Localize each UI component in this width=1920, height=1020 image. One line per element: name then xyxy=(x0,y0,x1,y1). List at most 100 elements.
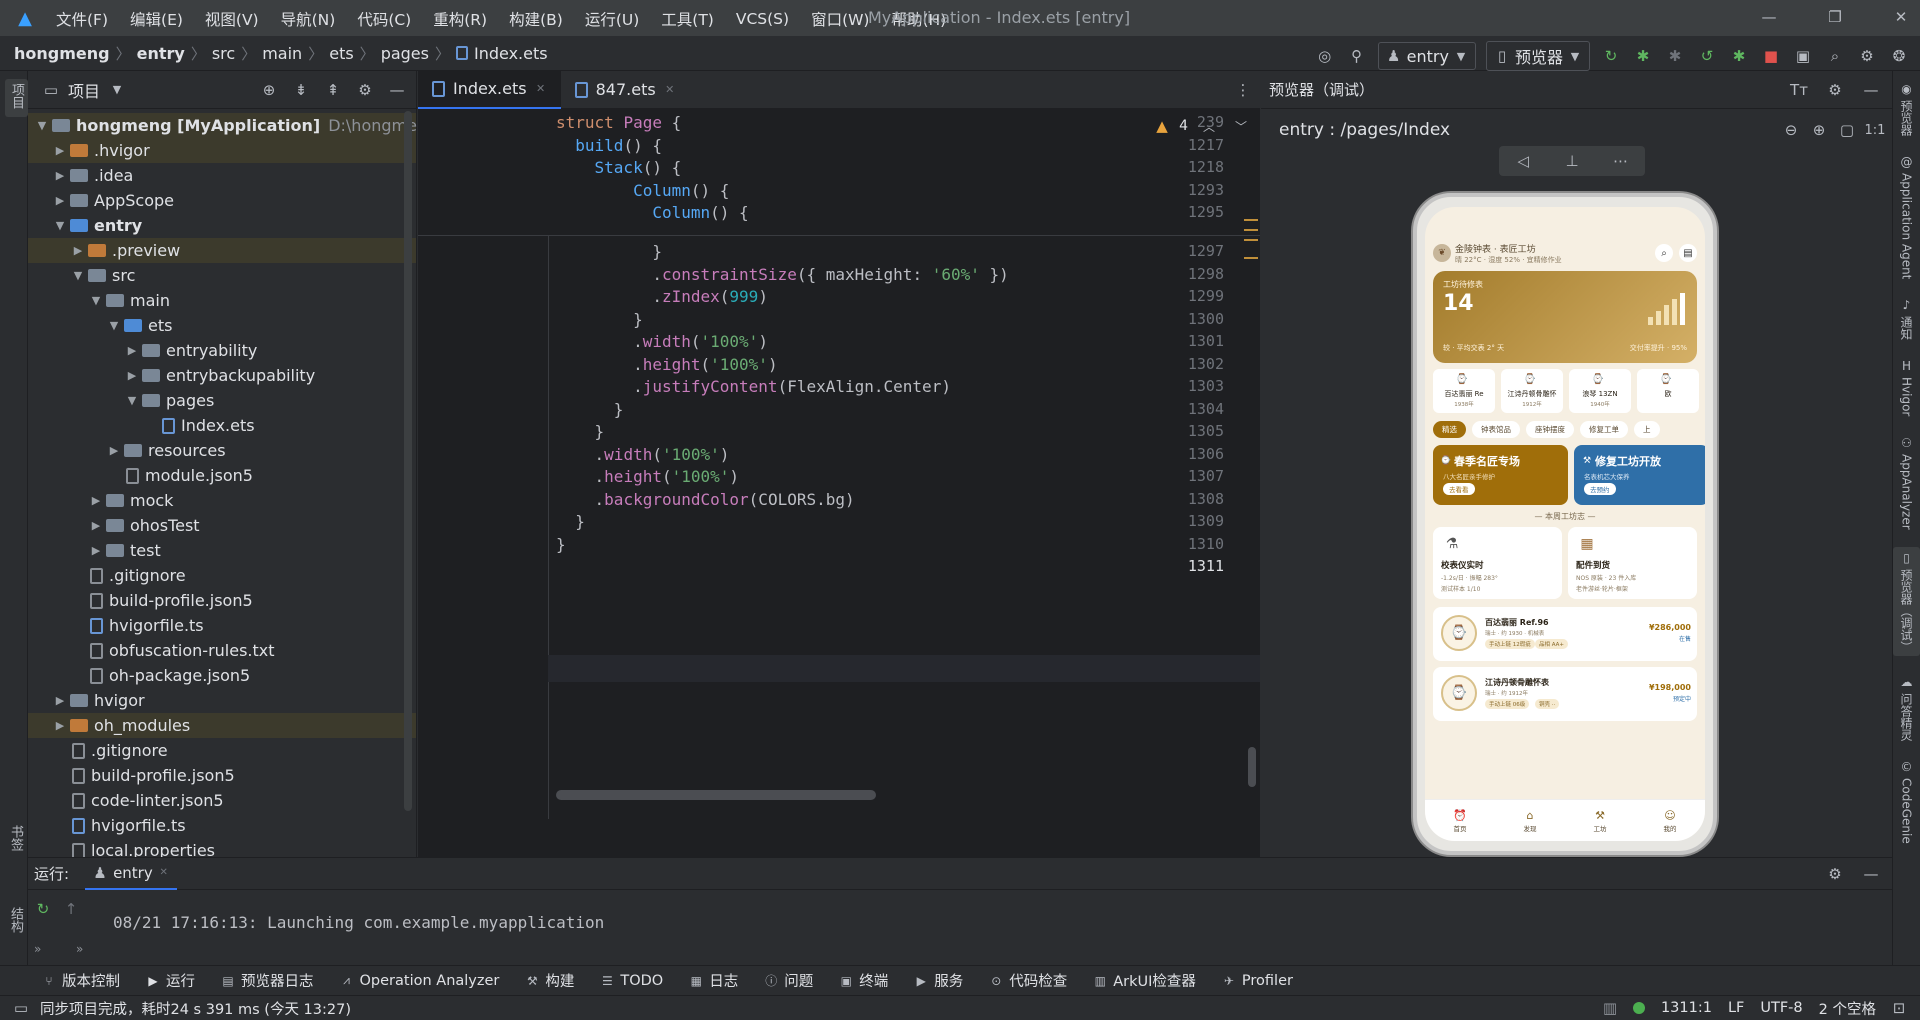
tree-item[interactable]: ▶ mock xyxy=(28,488,416,513)
expand-icon[interactable]: » xyxy=(34,942,41,956)
chevron-down-icon[interactable]: ▼ xyxy=(106,79,128,101)
apply-changes-icon[interactable]: ↺ xyxy=(1696,45,1718,67)
breadcrumb-item[interactable]: main xyxy=(262,44,302,63)
tool-card-calibrator[interactable]: ⚗ 校表仪实时 -1.2s/日 · 振幅 283° 测试样本 1/10 xyxy=(1433,527,1562,599)
lock-icon[interactable]: ⊡ xyxy=(1892,997,1906,1019)
bottom-tool-0[interactable]: ⑂ 版本控制 xyxy=(42,970,120,991)
chevron-right-icon[interactable]: ▶ xyxy=(52,194,68,207)
rotate-icon[interactable]: ⊥ xyxy=(1561,150,1583,172)
fit-screen-icon[interactable]: ▢ xyxy=(1836,119,1858,141)
banner-workshop[interactable]: ⚒ 修复工坊开放 名表机芯大保养 去预约 xyxy=(1574,445,1705,505)
right-tool-button[interactable]: ⚇ AppAnalyzer xyxy=(1893,435,1920,530)
project-scrollbar[interactable] xyxy=(404,111,412,811)
tree-item[interactable]: Index.ets xyxy=(28,413,416,438)
right-tool-button[interactable]: ◉ 预览器 xyxy=(1893,81,1920,136)
attach-debugger-icon[interactable]: ✱ xyxy=(1664,45,1686,67)
device-select[interactable]: ▯ 预览器 ▼ xyxy=(1485,41,1590,71)
close-window-icon[interactable]: ✕ xyxy=(1890,6,1912,28)
settings-icon[interactable]: ⚙ xyxy=(1824,79,1846,101)
rerun-icon[interactable]: ↻ xyxy=(32,898,54,920)
chevron-right-icon[interactable]: ▶ xyxy=(124,369,140,382)
tree-item[interactable]: obfuscation-rules.txt xyxy=(28,638,416,663)
chevron-right-icon[interactable]: ▶ xyxy=(52,719,68,732)
chevron-down-icon[interactable]: ﹀ xyxy=(1230,115,1252,137)
indent-setting[interactable]: 2 个空格 xyxy=(1819,998,1876,1019)
bottom-tool-8[interactable]: ▣ 终端 xyxy=(839,970,889,991)
zoom-out-icon[interactable]: ⊖ xyxy=(1780,119,1802,141)
menu-item[interactable]: 编辑(E) xyxy=(130,8,183,30)
tree-item[interactable]: oh-package.json5 xyxy=(28,663,416,688)
right-tool-button[interactable]: @ Application Agent xyxy=(1893,154,1920,279)
font-size-icon[interactable]: Tт xyxy=(1788,79,1810,101)
ai-assistant-icon[interactable]: ❂ xyxy=(1888,45,1910,67)
rerun-icon[interactable]: ↻ xyxy=(1600,45,1622,67)
avatar-icon[interactable]: ❦ xyxy=(1433,244,1451,262)
code-line[interactable]: .justifyContent(FlexAlign.Center) xyxy=(556,377,951,396)
hide-panel-icon[interactable]: — xyxy=(1860,79,1882,101)
right-tool-button[interactable]: ♪ 通知 xyxy=(1893,297,1920,340)
tree-item[interactable]: ▶ .hvigor xyxy=(28,138,416,163)
device-manager-icon[interactable]: ▣ xyxy=(1792,45,1814,67)
tree-item[interactable]: ▶ oh_modules xyxy=(28,713,416,738)
run-config-select[interactable]: ♟ entry ▼ xyxy=(1377,42,1476,70)
code-line[interactable]: } xyxy=(556,512,585,531)
chevron-down-icon[interactable]: ▼ xyxy=(34,119,50,132)
settings-icon[interactable]: ⚙ xyxy=(1824,863,1846,885)
brand-card[interactable]: ⌚ 江诗丹顿骨雕怀 1912年 xyxy=(1501,369,1563,413)
locate-file-icon[interactable]: ⊕ xyxy=(258,79,280,101)
tree-item[interactable]: hvigorfile.ts xyxy=(28,813,416,838)
brand-card[interactable]: ⌚ 百达翡丽 Re 1938年 xyxy=(1433,369,1495,413)
stop-icon[interactable]: ■ xyxy=(1760,45,1782,67)
code-line[interactable]: } xyxy=(556,422,605,441)
app-tab-1[interactable]: ⌂ 发现 xyxy=(1523,808,1537,834)
menu-item[interactable]: 视图(V) xyxy=(205,8,259,30)
console-output[interactable]: 08/21 17:16:13: Launching com.example.my… xyxy=(113,913,604,932)
tree-item[interactable]: hvigorfile.ts xyxy=(28,613,416,638)
chevron-right-icon[interactable]: ▶ xyxy=(88,544,104,557)
banner-button[interactable]: 去看看 xyxy=(1443,483,1475,495)
chevron-right-icon[interactable]: ▶ xyxy=(88,519,104,532)
line-separator[interactable]: LF xyxy=(1728,1000,1744,1016)
code-line[interactable]: .height('100%') xyxy=(556,467,740,486)
banner-spring[interactable]: ⌚ 春季名匠专场 八大名匠亲手修护 去看看 xyxy=(1433,445,1568,505)
code-line[interactable]: Column() { xyxy=(556,203,748,222)
tree-item[interactable]: ▼ hongmeng [MyApplication] D:\hongmeng xyxy=(28,113,437,138)
menu-item[interactable]: 文件(F) xyxy=(56,8,108,30)
search-icon[interactable]: ⌕ xyxy=(1655,244,1673,262)
brand-card[interactable]: ⌚ 浪琴 13ZN 1940年 xyxy=(1569,369,1631,413)
bottom-tool-6[interactable]: ▦ 日志 xyxy=(689,970,739,991)
file-encoding[interactable]: UTF-8 xyxy=(1760,1000,1802,1016)
bottom-tool-11[interactable]: ▥ ArkUI检查器 xyxy=(1093,970,1196,991)
chevron-right-icon[interactable]: ▶ xyxy=(52,144,68,157)
code-line[interactable]: .backgroundColor(COLORS.bg) xyxy=(556,490,855,509)
code-line[interactable]: .width('100%') xyxy=(556,332,768,351)
app-tab-2[interactable]: ⚒ 工坊 xyxy=(1593,808,1607,834)
expand-all-icon[interactable]: ⇟ xyxy=(290,79,312,101)
chevron-right-icon[interactable]: ▶ xyxy=(106,444,122,457)
bottom-tool-2[interactable]: ▤ 预览器日志 xyxy=(221,970,313,991)
tree-item[interactable]: ▶ resources xyxy=(28,438,416,463)
code-line[interactable]: .zIndex(999) xyxy=(556,287,768,306)
code-line[interactable]: Column() { xyxy=(556,181,729,200)
close-tab-icon[interactable]: ✕ xyxy=(159,862,169,884)
bookmarks-tool-button[interactable]: 书签 xyxy=(6,825,25,855)
category-chip[interactable]: 上 xyxy=(1634,421,1660,438)
breadcrumb-item[interactable]: ets xyxy=(329,44,353,63)
breadcrumb-item[interactable]: hongmeng xyxy=(14,44,110,63)
chevron-right-icon[interactable]: ▶ xyxy=(52,169,68,182)
code-area[interactable]: 239 struct Page {1217 build() {1218 Stack… xyxy=(418,109,1260,819)
bottom-tool-1[interactable]: ▶ 运行 xyxy=(146,970,195,991)
more-tabs-icon[interactable]: ⋮ xyxy=(1232,79,1254,101)
chevron-down-icon[interactable]: ▼ xyxy=(52,219,68,232)
caret-position[interactable]: 1311:1 xyxy=(1661,1000,1712,1016)
close-tab-icon[interactable]: ✕ xyxy=(535,78,547,100)
tree-item[interactable]: code-linter.json5 xyxy=(28,788,416,813)
chevron-up-icon[interactable]: ︿ xyxy=(1198,115,1220,137)
breadcrumb-item[interactable]: entry xyxy=(137,44,185,63)
gear-icon[interactable]: ⚙ xyxy=(354,79,376,101)
collapse-all-icon[interactable]: ⇞ xyxy=(322,79,344,101)
tree-item[interactable]: ▶ entrybackupability xyxy=(28,363,416,388)
tree-item[interactable]: build-profile.json5 xyxy=(28,588,416,613)
tool-card-parts[interactable]: ▦ 配件到货 NOS 原装 · 23 件入库 老件游丝·轮片·框架 xyxy=(1568,527,1697,599)
tree-item[interactable]: ▼ pages xyxy=(28,388,416,413)
